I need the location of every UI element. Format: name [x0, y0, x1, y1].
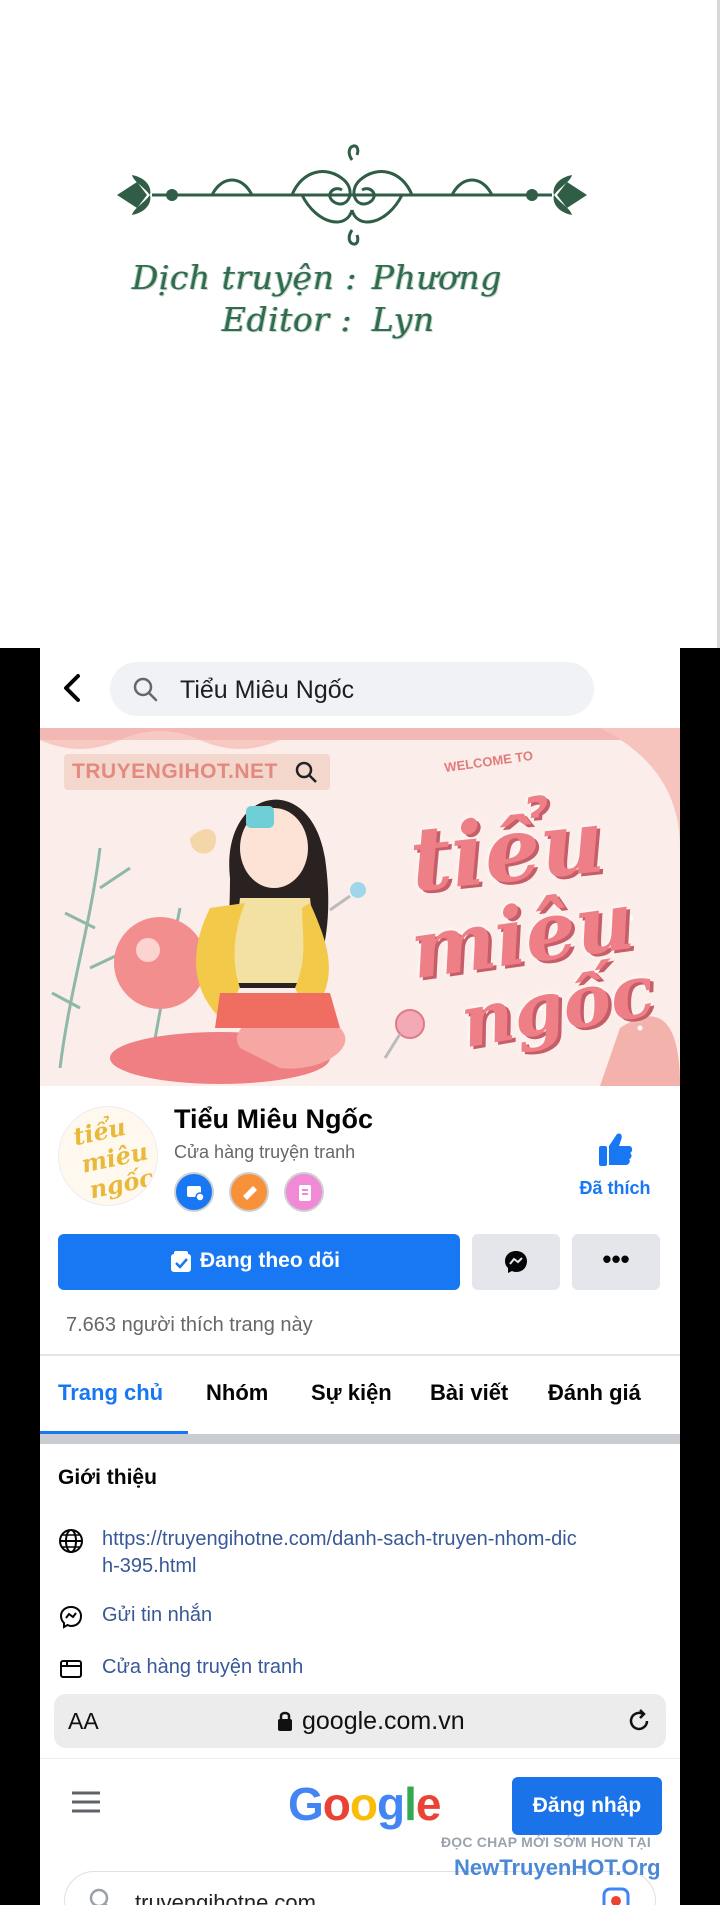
search-field[interactable]: Tiểu Miêu Ngốc [110, 662, 594, 716]
google-logo-letter: G [288, 1778, 324, 1830]
editor-label: Editor : [222, 300, 353, 339]
liked-label: Đã thích [579, 1178, 651, 1198]
google-search-value: truyengihotne.com [135, 1890, 316, 1905]
top-search-bar: Tiểu Miêu Ngốc [40, 648, 680, 728]
like-button[interactable]: Đã thích [570, 1130, 660, 1210]
cover-photo[interactable]: TRUYENGIHOT.NET WELCOME TO tiểu miêu ngố… [40, 728, 680, 1086]
shop-icon [60, 1660, 82, 1678]
checklist-badge-icon [284, 1172, 324, 1212]
search-icon [89, 1888, 109, 1905]
about-title: Giới thiệu [58, 1466, 157, 1489]
page-title: Tiểu Miêu Ngốc [174, 1104, 374, 1134]
tab-groups[interactable]: Nhóm [206, 1380, 268, 1406]
credits-panel: Dịch truyện : Phương Editor : Lyn [0, 0, 720, 648]
globe-icon [59, 1529, 83, 1553]
editor-name: Lyn [372, 300, 435, 339]
page-header: tiểu miêu ngốc Tiểu Miêu Ngốc Cửa hàng t… [40, 1086, 680, 1296]
follow-check-icon [171, 1251, 191, 1272]
google-logo-letter: g [377, 1778, 405, 1830]
chevron-left-icon[interactable] [58, 670, 88, 706]
lock-icon [278, 1711, 292, 1731]
google-logo: Google [288, 1777, 442, 1831]
section-divider [40, 1434, 680, 1444]
tab-events[interactable]: Sự kiện [311, 1380, 392, 1406]
likes-count-text: 7.663 người thích trang này [66, 1314, 313, 1336]
tab-reviews[interactable]: Đánh giá [548, 1380, 641, 1406]
website-link[interactable]: https://truyengihotne.com/danh-sach-truy… [102, 1526, 582, 1580]
more-options-button[interactable]: ••• [572, 1234, 660, 1290]
messenger-button[interactable] [472, 1234, 560, 1290]
address-domain: google.com.vn [302, 1707, 465, 1735]
reload-icon[interactable] [626, 1708, 652, 1734]
following-button[interactable]: Đang theo dõi [58, 1234, 460, 1290]
browser-address-bar[interactable]: AA google.com.vn [54, 1694, 666, 1748]
page-category: Cửa hàng truyện tranh [174, 1142, 356, 1162]
messenger-icon [59, 1605, 83, 1629]
google-logo-letter: e [415, 1778, 442, 1830]
text-size-button[interactable]: AA [68, 1708, 99, 1735]
tab-posts[interactable]: Bài viết [430, 1380, 508, 1406]
cover-watermark-text: TRUYENGIHOT.NET [72, 760, 278, 783]
screenshot-frame: Tiểu Miêu Ngốc TRUYENGIHOT.NET WELCOME T… [0, 648, 720, 1905]
watermark-line-2: NewTruyenHOT.Org [454, 1855, 661, 1880]
search-icon [133, 677, 158, 702]
translator-name: Phương [372, 258, 502, 297]
shop-badge-icon [229, 1172, 269, 1212]
watermark-line-1: ĐỌC CHAP MỚI SỚM HƠN TẠI [441, 1834, 651, 1850]
following-label: Đang theo dõi [200, 1249, 340, 1272]
about-section: Giới thiệu https://truyengihotne.com/dan… [40, 1444, 680, 1694]
google-logo-letter: o [349, 1778, 378, 1830]
avatar[interactable]: tiểu miêu ngốc [58, 1106, 158, 1206]
google-page: Google Đăng nhập truyengihotne.com [40, 1758, 680, 1905]
google-logo-letter: l [404, 1778, 417, 1830]
search-icon [295, 761, 317, 783]
translator-label: Dịch truyện : [132, 258, 358, 297]
menu-icon[interactable] [70, 1789, 102, 1815]
messaging-badge-icon [174, 1172, 214, 1212]
tab-home[interactable]: Trang chủ [58, 1380, 163, 1406]
search-query: Tiểu Miêu Ngốc [180, 676, 355, 704]
send-message-link[interactable]: Gửi tin nhắn [102, 1602, 662, 1629]
sign-in-label: Đăng nhập [532, 1794, 642, 1817]
messenger-icon [505, 1251, 527, 1273]
google-lens-icon[interactable] [601, 1886, 631, 1905]
ornament-divider [117, 144, 587, 246]
likes-count: 7.663 người thích trang này [40, 1296, 680, 1356]
page-tabs: Trang chủ Nhóm Sự kiện Bài viết Đánh giá [40, 1358, 680, 1434]
sign-in-button[interactable]: Đăng nhập [512, 1777, 662, 1835]
category-link[interactable]: Cửa hàng truyện tranh [102, 1654, 662, 1681]
thumbs-up-icon [599, 1133, 633, 1166]
cover-watermark: TRUYENGIHOT.NET [64, 754, 330, 790]
facebook-page-screen: Tiểu Miêu Ngốc TRUYENGIHOT.NET WELCOME T… [40, 648, 680, 1905]
google-logo-letter: o [322, 1778, 351, 1830]
more-label: ••• [602, 1244, 630, 1274]
